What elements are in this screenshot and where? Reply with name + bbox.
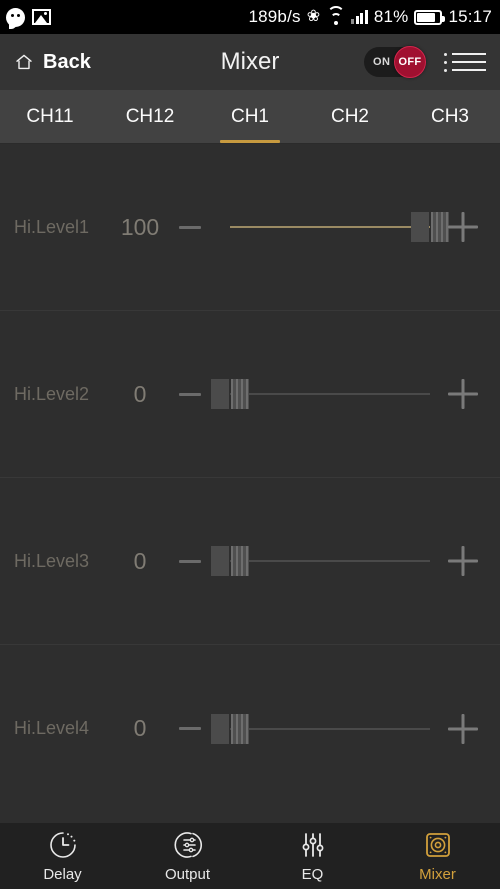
decrement-button[interactable] [168, 205, 212, 249]
slider-thumb[interactable] [211, 379, 249, 409]
level-slider[interactable] [211, 371, 430, 417]
row-value: 0 [133, 380, 147, 407]
nav-item-delay[interactable]: Delay [0, 830, 125, 883]
tab-underline [220, 140, 280, 143]
increment-button[interactable] [440, 371, 486, 417]
tab-ch2[interactable]: CH2 [300, 90, 400, 143]
level-slider[interactable] [230, 204, 449, 250]
back-button[interactable]: Back [14, 51, 91, 74]
nav-label: EQ [301, 865, 324, 883]
battery-icon [414, 9, 446, 25]
wechat-icon [6, 7, 25, 29]
tab-label: CH11 [26, 105, 74, 127]
mixer-row-hi-level2: Hi.Level2 0 [0, 311, 500, 478]
wifi-icon [326, 5, 345, 25]
tab-label: CH12 [125, 105, 175, 127]
toggle-off-knob[interactable]: OFF [394, 46, 426, 78]
row-label: Hi.Level1 [14, 216, 90, 237]
back-label: Back [43, 50, 91, 73]
nav-item-eq[interactable]: EQ [250, 830, 375, 883]
nav-item-output[interactable]: Output [125, 830, 250, 883]
slider-track [230, 226, 430, 228]
app-header: Back Mixer ON OFF [0, 34, 500, 90]
header-right-controls: ON OFF [364, 46, 486, 78]
slider-track [230, 393, 430, 395]
tab-ch12[interactable]: CH12 [100, 90, 200, 143]
slider-fill [230, 226, 430, 228]
level-slider[interactable] [211, 706, 430, 752]
cellular-signal-icon [351, 10, 368, 24]
tab-ch1[interactable]: CH1 [200, 90, 300, 143]
gallery-icon [32, 9, 51, 25]
row-value: 0 [133, 715, 147, 741]
increment-button[interactable] [440, 538, 486, 584]
row-label: Hi.Level4 [14, 718, 90, 738]
row-value: 0 [133, 547, 147, 574]
network-speed: 189b/s [248, 7, 301, 26]
slider-track [230, 560, 430, 562]
bluetooth-icon: ❀ [306, 8, 321, 25]
nav-item-mixer[interactable]: Mixer [375, 830, 500, 883]
list-menu-icon[interactable] [444, 51, 486, 74]
channel-tab-bar: CH11 CH12 CH1 CH2 CH3 [0, 90, 500, 144]
slider-track [230, 727, 430, 730]
nav-label: Delay [43, 865, 82, 883]
decrement-button[interactable] [168, 707, 212, 751]
menu-row [444, 68, 486, 72]
equalizer-faders-icon [298, 830, 328, 860]
toggle-on-label: ON [373, 56, 391, 68]
power-toggle[interactable]: ON OFF [364, 46, 426, 78]
nav-label: Mixer [419, 865, 456, 883]
app-root: 189b/s ❀ 81% 15:17 Back Mixer ON OFF CH1… [0, 0, 500, 889]
row-label: Hi.Level2 [14, 383, 90, 404]
home-icon [14, 52, 34, 72]
decrement-button[interactable] [168, 539, 212, 583]
tab-label: CH2 [330, 105, 369, 127]
mixer-row-hi-level1: Hi.Level1 100 [0, 144, 500, 311]
nav-label: Output [164, 865, 211, 883]
bottom-navigation-bar: Delay Output EQ Mixer [0, 823, 500, 889]
slider-thumb[interactable] [211, 713, 249, 744]
tab-label: CH3 [430, 105, 469, 127]
battery-percent: 81% [373, 7, 409, 26]
menu-row [444, 52, 486, 56]
menu-row [444, 60, 486, 64]
output-circle-icon [173, 830, 203, 860]
status-bar-right: 189b/s ❀ 81% 15:17 [248, 5, 492, 27]
clock-time: 15:17 [448, 7, 492, 26]
speaker-square-icon [423, 830, 453, 860]
clock-icon [48, 830, 78, 860]
mixer-row-hi-level3: Hi.Level3 0 [0, 478, 500, 645]
row-value: 100 [120, 213, 160, 240]
tab-ch3[interactable]: CH3 [400, 90, 500, 143]
increment-button[interactable] [440, 204, 486, 250]
status-bar-left-icons [6, 7, 51, 29]
decrement-button[interactable] [168, 372, 212, 416]
mixer-level-list: Hi.Level1 100 Hi.Level2 0 Hi.Level3 0 Hi… [0, 144, 500, 823]
level-slider[interactable] [211, 538, 430, 584]
status-bar: 189b/s ❀ 81% 15:17 [0, 0, 500, 34]
slider-thumb[interactable] [211, 546, 249, 576]
mixer-row-hi-level4: Hi.Level4 0 [0, 645, 500, 812]
tab-label: CH1 [230, 105, 269, 127]
row-label: Hi.Level3 [14, 550, 90, 571]
tab-ch11[interactable]: CH11 [0, 90, 100, 143]
increment-button[interactable] [440, 706, 486, 752]
